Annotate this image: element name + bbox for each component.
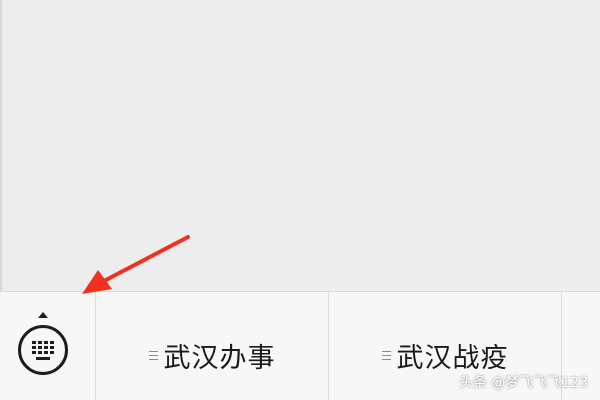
menu-item-label: 武汉战疫: [396, 343, 509, 374]
watermark: 头条 @梦飞飞飞123: [458, 375, 588, 391]
menu-lines-icon: [148, 349, 158, 362]
chat-message-area[interactable]: [0, 0, 600, 291]
chat-screen: 武汉办事 武汉战疫 头条 @梦飞飞飞123: [0, 0, 600, 400]
keyboard-icon: [18, 325, 68, 375]
menu-lines-icon: [381, 349, 391, 362]
keyboard-toggle-button[interactable]: [0, 292, 96, 400]
left-border: [0, 0, 2, 291]
menu-item-wuhan-affairs[interactable]: 武汉办事: [96, 292, 329, 400]
menu-item-label: 武汉办事: [163, 343, 276, 374]
caret-up-icon: [38, 312, 48, 318]
